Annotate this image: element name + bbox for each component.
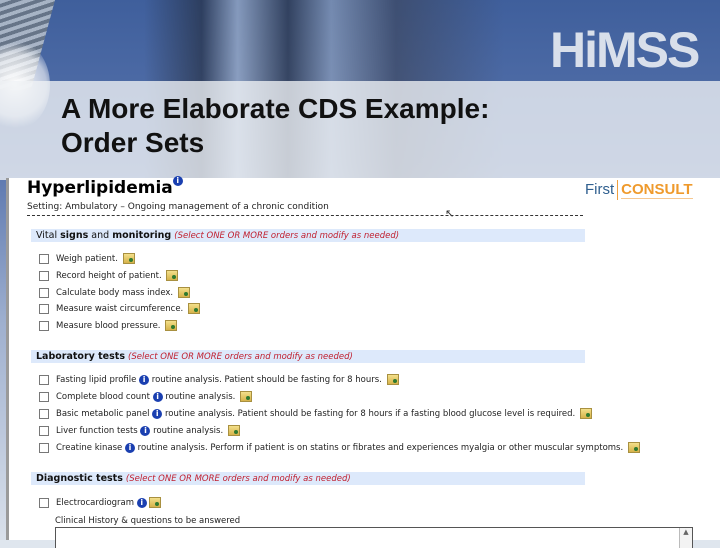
order-item: Electrocardiogram i: [39, 497, 161, 509]
logo-first: First: [585, 180, 615, 198]
info-icon[interactable]: i: [136, 497, 147, 508]
section-name: Diagnostic tests: [36, 473, 123, 484]
order-item: Creatine kinase i routine analysis. Perf…: [39, 442, 640, 454]
order-item: Fasting lipid profile i routine analysis…: [39, 374, 399, 386]
section-name-part: monitoring: [112, 230, 172, 241]
section-name-part: signs: [60, 230, 89, 241]
order-checkbox[interactable]: [39, 497, 49, 508]
folder-icon[interactable]: [187, 303, 200, 314]
logo-consult: CONSULT: [621, 180, 693, 199]
info-icon[interactable]: i: [152, 408, 163, 419]
info-icon[interactable]: i: [152, 391, 163, 402]
clinical-history-textarea[interactable]: ▲: [55, 527, 693, 548]
info-icon[interactable]: i: [124, 442, 135, 453]
order-checkbox[interactable]: [39, 253, 49, 264]
order-checkbox[interactable]: [39, 425, 49, 436]
section-hint: (Select ONE OR MORE orders and modify as…: [125, 474, 351, 484]
order-label: Measure blood pressure.: [56, 321, 161, 331]
section-name-part: Vital: [36, 230, 61, 241]
order-checkbox[interactable]: [39, 270, 49, 281]
firstconsult-logo: First CONSULT: [585, 180, 693, 200]
section-hint: (Select ONE OR MORE orders and modify as…: [128, 352, 353, 362]
section-hint: (Select ONE OR MORE orders and modify as…: [174, 231, 400, 241]
order-label: Calculate body mass index.: [56, 288, 174, 298]
order-item: Calculate body mass index.: [39, 287, 190, 299]
order-checkbox[interactable]: [39, 391, 49, 402]
setting-text: Setting: Ambulatory – Ongoing management…: [27, 202, 583, 216]
order-label: Liver function tests: [56, 426, 138, 436]
info-icon[interactable]: i: [139, 374, 150, 385]
order-checkbox[interactable]: [39, 374, 49, 385]
order-checkbox[interactable]: [39, 320, 49, 331]
order-item: Basic metabolic panel i routine analysis…: [39, 408, 592, 420]
order-label: Weigh patient.: [56, 254, 118, 264]
folder-icon[interactable]: [627, 442, 640, 453]
mouse-cursor-icon: ↖: [445, 207, 455, 220]
order-detail: routine analysis. Patient should be fast…: [164, 409, 576, 419]
folder-icon[interactable]: [122, 253, 135, 264]
info-icon[interactable]: i: [140, 425, 151, 436]
folder-icon[interactable]: [386, 374, 399, 385]
folder-icon[interactable]: [227, 425, 240, 436]
section-header-vital-signs: Vital signs and monitoring (Select ONE O…: [31, 229, 585, 242]
order-item: Liver function tests i routine analysis.: [39, 425, 240, 437]
section-header-diagnostic-tests: Diagnostic tests (Select ONE OR MORE ord…: [31, 472, 585, 485]
order-checkbox[interactable]: [39, 408, 49, 419]
order-detail: routine analysis.: [153, 426, 224, 436]
folder-icon[interactable]: [166, 270, 179, 281]
section-header-laboratory-tests: Laboratory tests (Select ONE OR MORE ord…: [31, 350, 585, 363]
order-label: Fasting lipid profile: [56, 375, 137, 385]
clinical-history-label: Clinical History & questions to be answe…: [55, 516, 241, 526]
order-label: Basic metabolic panel: [56, 409, 150, 419]
order-label: Electrocardiogram: [56, 498, 135, 508]
folder-icon[interactable]: [148, 497, 161, 508]
order-set-title: Hyperlipidemia i: [27, 176, 183, 198]
order-detail: routine analysis.: [165, 392, 236, 402]
order-detail: routine analysis. Patient should be fast…: [151, 375, 382, 385]
order-detail: routine analysis. Perform if patient is …: [137, 443, 624, 453]
order-label: Complete blood count: [56, 392, 150, 402]
folder-icon[interactable]: [579, 408, 592, 419]
order-set-screenshot: Hyperlipidemia i First CONSULT Setting: Am…: [6, 176, 720, 548]
order-checkbox[interactable]: [39, 442, 49, 453]
textarea-scroll-up-button[interactable]: ▲: [679, 528, 692, 548]
order-label: Measure waist circumference.: [56, 304, 184, 314]
section-name: Laboratory tests: [36, 351, 125, 362]
order-item: Weigh patient.: [39, 253, 135, 265]
order-item: Measure blood pressure.: [39, 320, 178, 332]
himss-logo: HiMSS: [550, 22, 700, 78]
folder-icon[interactable]: [177, 287, 190, 298]
order-checkbox[interactable]: [39, 303, 49, 314]
section-name-part: and: [88, 230, 113, 241]
order-set-title-text: Hyperlipidemia: [27, 178, 173, 198]
folder-icon[interactable]: [165, 320, 178, 331]
slide-title-line1: A More Elaborate CDS Example:: [61, 93, 490, 124]
order-checkbox[interactable]: [39, 287, 49, 298]
order-item: Complete blood count i routine analysis.: [39, 391, 253, 403]
order-label: Record height of patient.: [56, 271, 162, 281]
order-item: Record height of patient.: [39, 270, 179, 282]
slide-title-line2: Order Sets: [61, 127, 205, 158]
folder-icon[interactable]: [240, 391, 253, 402]
order-item: Measure waist circumference.: [39, 303, 200, 315]
slide-title: A More Elaborate CDS Example: Order Sets: [61, 92, 489, 160]
info-icon[interactable]: i: [172, 176, 183, 186]
order-label: Creatine kinase: [56, 443, 123, 453]
logo-divider: [617, 180, 619, 200]
